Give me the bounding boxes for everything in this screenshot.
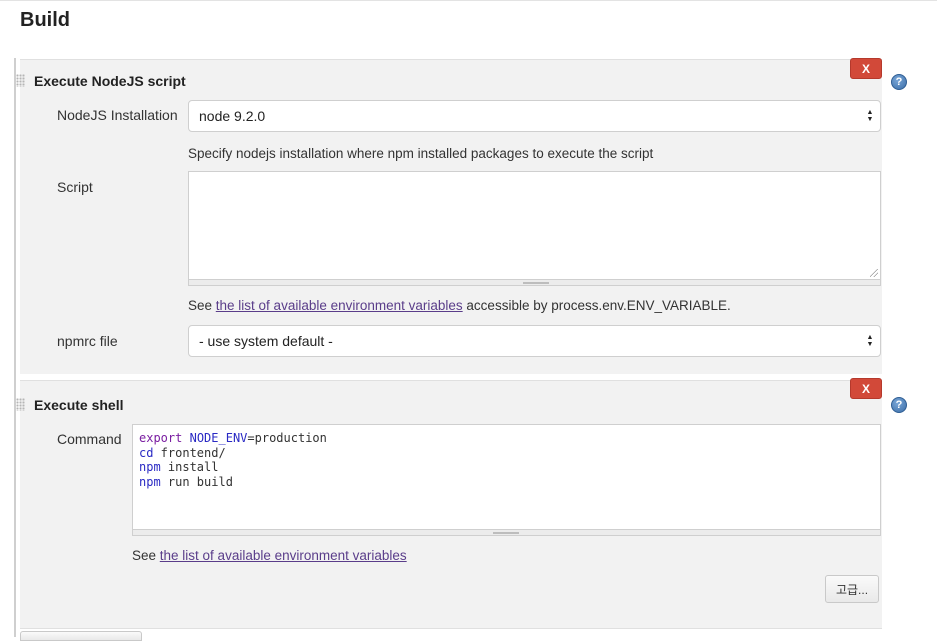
nodejs-installation-label: NodeJS Installation (57, 107, 178, 123)
advanced-button[interactable]: 고급... (825, 575, 879, 603)
command-resize-bar[interactable] (132, 530, 881, 536)
drag-handle-icon[interactable] (16, 398, 25, 411)
nodejs-installation-value: node 9.2.0 (199, 108, 266, 124)
code-line: export NODE_ENV=production (139, 431, 327, 445)
command-code: export NODE_ENV=production cd frontend/ … (139, 431, 327, 489)
npmrc-select[interactable]: - use system default - ▲ ▼ (188, 325, 881, 357)
command-textarea[interactable]: export NODE_ENV=production cd frontend/ … (132, 424, 881, 530)
code-line: npm run build (139, 474, 233, 489)
npmrc-label: npmrc file (57, 333, 118, 349)
script-resize-bar[interactable] (188, 280, 881, 286)
help-icon[interactable]: ? (891, 397, 907, 413)
section-border (14, 58, 16, 637)
env-help-prefix: See (188, 298, 216, 313)
delete-shell-step-button[interactable]: X (850, 378, 882, 399)
help-icon[interactable]: ? (891, 74, 907, 90)
script-label: Script (57, 179, 93, 195)
env-help-prefix: See (132, 548, 160, 563)
delete-nodejs-step-button[interactable]: X (850, 58, 882, 79)
command-label: Command (57, 431, 122, 447)
nodejs-installation-help: Specify nodejs installation where npm in… (188, 146, 654, 161)
command-env-help: See the list of available environment va… (132, 548, 407, 563)
env-variables-link[interactable]: the list of available environment variab… (216, 298, 463, 313)
env-help-suffix: accessible by process.env.ENV_VARIABLE. (462, 298, 731, 313)
npmrc-value: - use system default - (199, 333, 333, 349)
shell-step-title: Execute shell (34, 397, 124, 413)
resize-grip-icon[interactable] (870, 269, 878, 277)
code-line: npm install (139, 460, 219, 474)
top-divider (0, 0, 937, 1)
env-variables-link[interactable]: the list of available environment variab… (160, 548, 407, 563)
script-textarea[interactable] (188, 171, 881, 280)
drag-handle-icon[interactable] (16, 74, 25, 87)
nodejs-installation-select[interactable]: node 9.2.0 ▲ ▼ (188, 100, 881, 132)
section-title: Build (20, 9, 70, 31)
script-env-help: See the list of available environment va… (188, 298, 731, 313)
select-arrows-icon: ▲ ▼ (866, 109, 874, 123)
add-build-step-button[interactable] (20, 631, 142, 641)
nodejs-step-title: Execute NodeJS script (34, 73, 186, 89)
code-line: cd frontend/ (139, 445, 226, 460)
select-arrows-icon: ▲ ▼ (866, 334, 874, 348)
